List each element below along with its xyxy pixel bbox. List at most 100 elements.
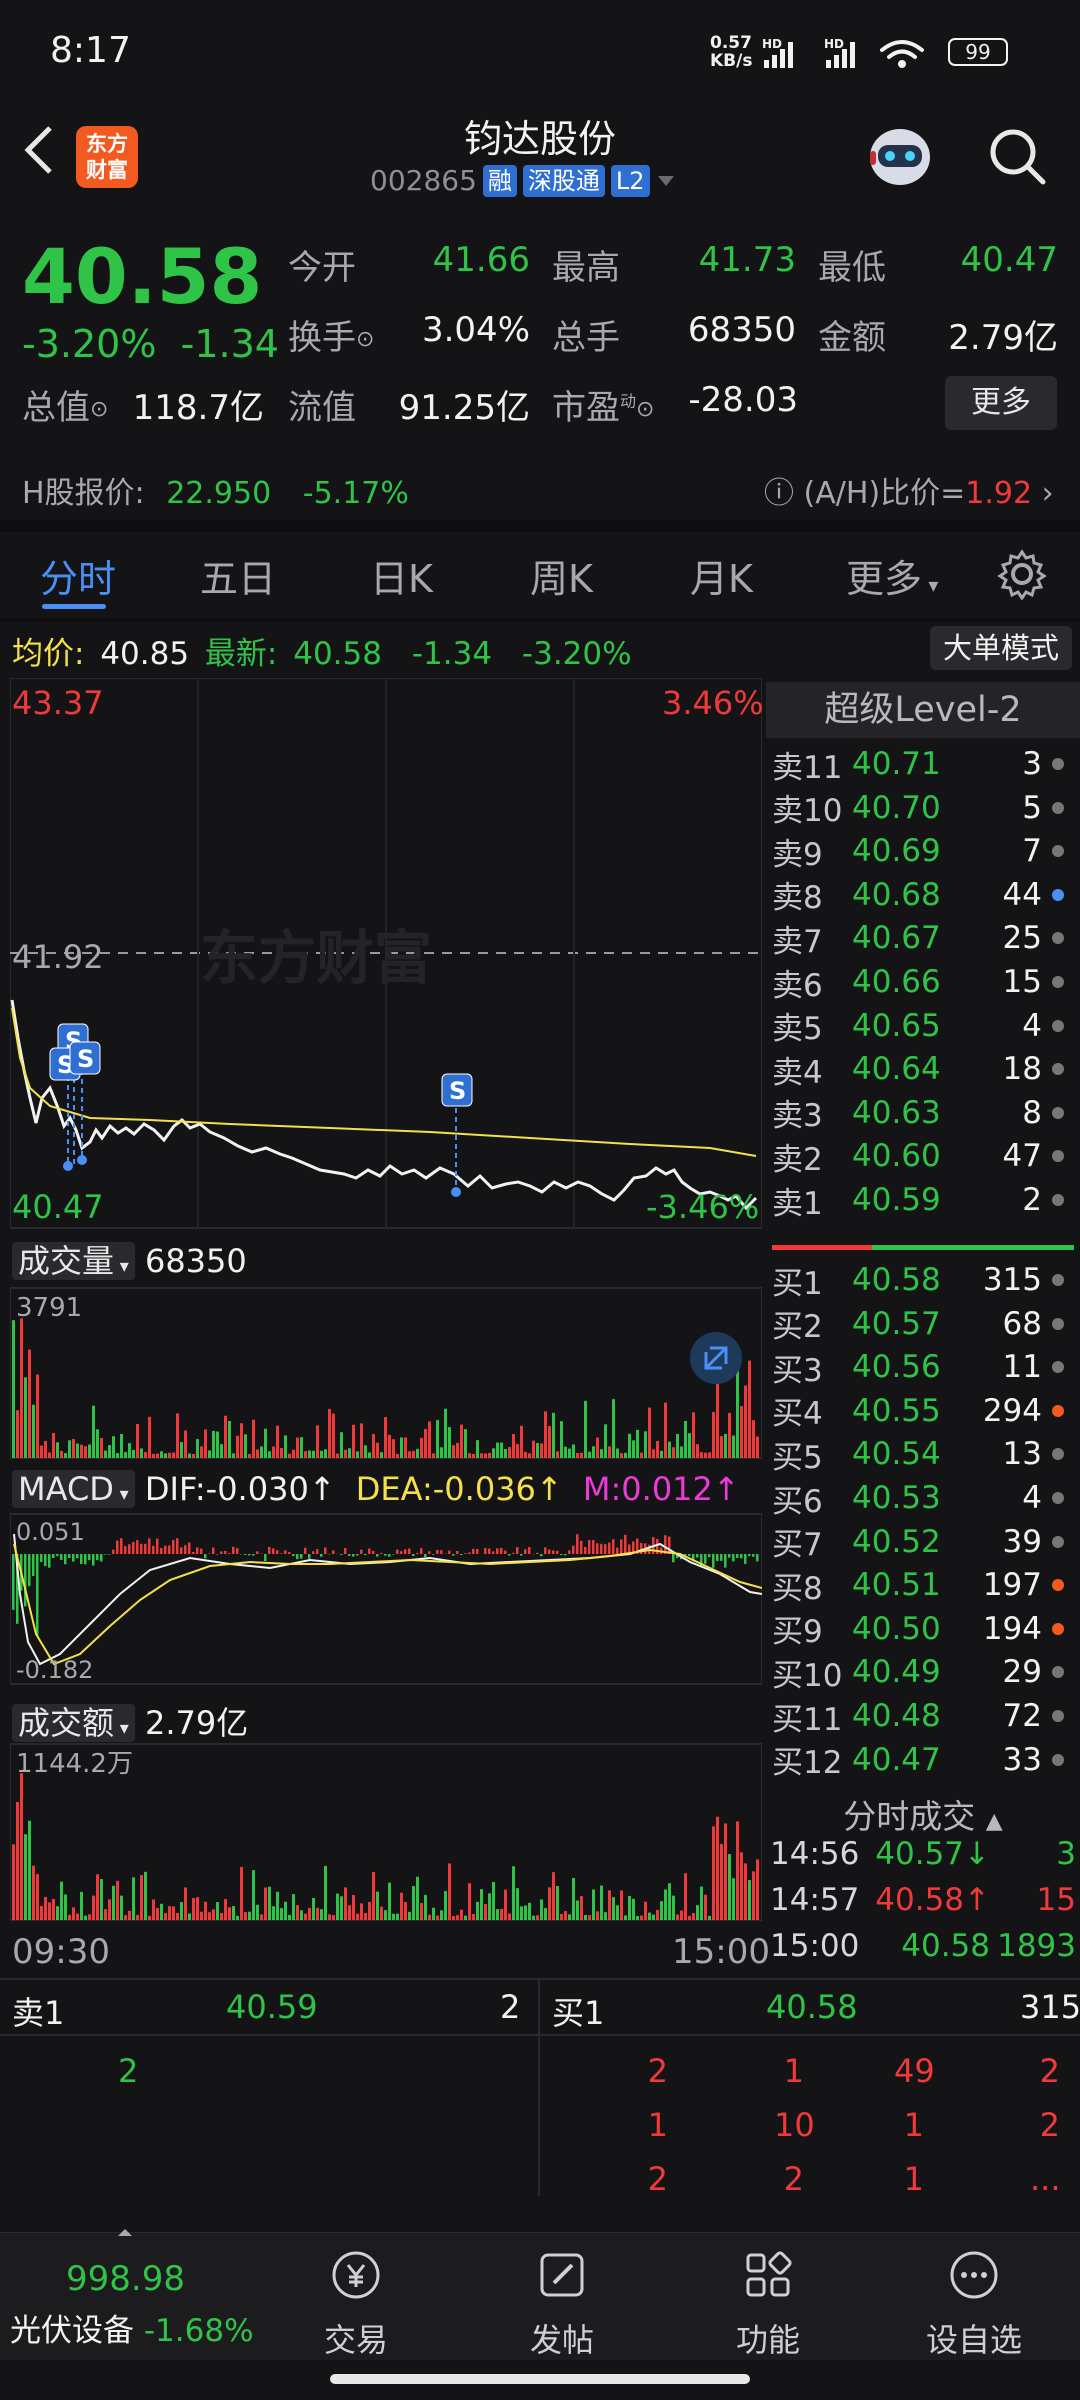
tag-connect: 深股通 <box>522 164 605 197</box>
nav-trade[interactable]: 交易 <box>286 2247 426 2361</box>
ask-row[interactable]: 卖3 40.63 8 <box>772 1091 1072 1135</box>
bid-row[interactable]: 买10 40.49 29 <box>772 1650 1072 1694</box>
bid-row[interactable]: 买5 40.54 13 <box>772 1432 1072 1476</box>
ask-row[interactable]: 卖6 40.66 15 <box>772 960 1072 1004</box>
level2-header[interactable]: 超级Level-2 <box>766 682 1080 738</box>
volume-bar <box>460 1424 463 1458</box>
volume-bar <box>552 1412 555 1458</box>
tab-daily-k[interactable]: 日K <box>370 548 433 603</box>
tab-monthly-k[interactable]: 月K <box>690 548 753 603</box>
intraday-chart[interactable]: 东方财富 S S S S 43.37 3.46% 41.92 40.47 -3.… <box>10 678 762 1938</box>
ask-row[interactable]: 卖1 40.59 2 <box>772 1178 1072 1222</box>
volume-bar <box>228 1420 231 1458</box>
bid-row[interactable]: 买8 40.51 197 <box>772 1563 1072 1607</box>
bid-row[interactable]: 买1 40.58 315 <box>772 1258 1072 1302</box>
index-widget[interactable]: 998.98 光伏设备 -1.68% <box>0 2229 270 2361</box>
volume-bar <box>716 1380 719 1458</box>
volume-bar <box>624 1452 627 1458</box>
macd-bar <box>720 1554 723 1561</box>
volume-bar <box>264 1887 267 1920</box>
bid-row[interactable]: 买2 40.57 68 <box>772 1302 1072 1346</box>
tab-five-day[interactable]: 五日 <box>200 548 276 603</box>
bid-row[interactable]: 买4 40.55 294 <box>772 1389 1072 1433</box>
amount-header[interactable]: 成交额 ▾ 2.79亿 <box>12 1698 248 1744</box>
macd-header[interactable]: MACD ▾ DIF:-0.030↑ DEA:-0.036↑ M:0.012↑ <box>12 1470 740 1508</box>
volume-bar <box>628 1895 631 1920</box>
tab-intraday[interactable]: 分时 <box>40 548 116 603</box>
bid-price: 40.58 <box>852 1262 941 1298</box>
volume-bar <box>136 1915 139 1920</box>
volume-bar <box>220 1444 223 1458</box>
bid-row[interactable]: 买6 40.53 4 <box>772 1476 1072 1520</box>
bid-row[interactable]: 买3 40.56 11 <box>772 1345 1072 1389</box>
ask-row[interactable]: 卖10 40.70 5 <box>772 786 1072 830</box>
volume-bar <box>140 1448 143 1458</box>
network-speed: 0.57 KB/s <box>710 34 752 70</box>
hshare-row[interactable]: H股报价: 22.950 -5.17% ⓘ (A/H)比价=1.92 › <box>22 468 1062 512</box>
stock-name[interactable]: 钧达股份 <box>340 108 740 163</box>
bid-row[interactable]: 买9 40.50 194 <box>772 1607 1072 1651</box>
volume-bar <box>312 1450 315 1458</box>
macd-bar <box>600 1543 603 1554</box>
home-indicator[interactable] <box>330 2374 750 2384</box>
volume-bar <box>224 1415 227 1458</box>
volume-bar <box>688 1433 691 1458</box>
volume-bar <box>368 1452 371 1458</box>
ask-row[interactable]: 卖11 40.71 3 <box>772 742 1072 786</box>
back-button[interactable] <box>20 120 70 190</box>
volume-bar <box>292 1894 295 1920</box>
ask-row[interactable]: 卖4 40.64 18 <box>772 1047 1072 1091</box>
ask-label: 卖2 <box>772 1141 823 1178</box>
size-dot <box>1052 1274 1064 1286</box>
nav-post[interactable]: 发帖 <box>492 2247 632 2361</box>
trade-ticks-title[interactable]: 分时成交 ▲ <box>766 1790 1080 1838</box>
stock-subtitle[interactable]: 002865 融 深股通 L2 <box>370 164 790 197</box>
macd-bar <box>412 1554 415 1557</box>
queue-buy-item: ... <box>1030 2160 1061 2198</box>
ask-row[interactable]: 卖7 40.67 25 <box>772 916 1072 960</box>
tab-more[interactable]: 更多 ▾ <box>846 548 938 603</box>
volume-bar <box>120 1895 123 1920</box>
float-value: 91.25亿 <box>398 388 530 428</box>
volume-bar <box>276 1891 279 1920</box>
search-icon[interactable] <box>985 124 1049 188</box>
volume-bar <box>612 1399 615 1458</box>
amount-dropdown[interactable]: 成交额 ▾ <box>12 1704 135 1742</box>
nav-watchlist[interactable]: 设自选 <box>904 2247 1044 2361</box>
bid-row[interactable]: 买7 40.52 39 <box>772 1520 1072 1564</box>
volume-bar <box>16 1410 19 1458</box>
volume-bar <box>404 1902 407 1920</box>
macd-bar <box>368 1548 371 1554</box>
volume-bar <box>440 1910 443 1920</box>
volume-bar <box>396 1913 399 1920</box>
ask-qty: 7 <box>1022 833 1042 870</box>
volume-dropdown[interactable]: 成交量 ▾ <box>12 1242 135 1280</box>
gear-icon[interactable] <box>996 548 1048 600</box>
volume-bar <box>496 1442 499 1458</box>
macd-dropdown[interactable]: MACD ▾ <box>12 1470 135 1508</box>
macd-bar <box>208 1553 211 1554</box>
assistant-robot-icon[interactable] <box>860 115 940 195</box>
macd-bar <box>612 1539 615 1554</box>
amount-panel: 1144.2万 <box>10 1743 762 1921</box>
macd-bar <box>408 1548 411 1554</box>
macd-bar <box>36 1554 39 1637</box>
tab-weekly-k[interactable]: 周K <box>530 548 593 603</box>
ask-row[interactable]: 卖2 40.60 47 <box>772 1134 1072 1178</box>
more-button[interactable]: 更多 <box>945 376 1057 430</box>
ask-row[interactable]: 卖5 40.65 4 <box>772 1004 1072 1048</box>
big-order-mode-button[interactable]: 大单模式 <box>930 626 1072 670</box>
volume-header[interactable]: 成交量 ▾ 68350 <box>12 1236 247 1282</box>
volume-bar <box>212 1430 215 1458</box>
ask-row[interactable]: 卖8 40.68 44 <box>772 873 1072 917</box>
macd-bar <box>440 1550 443 1554</box>
volume-bar <box>672 1895 675 1920</box>
volume-bar <box>644 1431 647 1458</box>
volume-bar <box>208 1912 211 1920</box>
bid-label: 买4 <box>772 1396 823 1433</box>
axis-bottom-right: -3.46% <box>646 1188 759 1226</box>
nav-functions[interactable]: 功能 <box>698 2247 838 2361</box>
bid-row[interactable]: 买12 40.47 33 <box>772 1738 1072 1782</box>
bid-row[interactable]: 买11 40.48 72 <box>772 1694 1072 1738</box>
ask-row[interactable]: 卖9 40.69 7 <box>772 829 1072 873</box>
